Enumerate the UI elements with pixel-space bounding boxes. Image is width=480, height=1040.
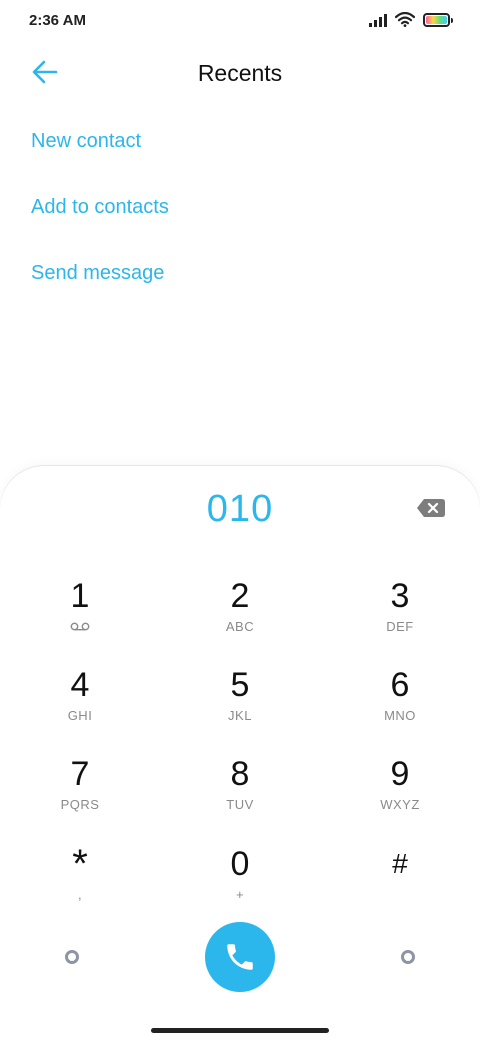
key-star[interactable]: * , bbox=[0, 844, 160, 924]
key-letters: JKL bbox=[228, 708, 252, 723]
wifi-icon bbox=[395, 12, 415, 27]
key-digit: 9 bbox=[390, 755, 410, 793]
call-row bbox=[0, 922, 480, 992]
key-digit: 7 bbox=[70, 755, 90, 793]
new-contact-link[interactable]: New contact bbox=[31, 126, 169, 192]
dialer-screen: 2:36 AM Recents New contact Add to conta… bbox=[0, 0, 480, 1040]
voicemail-icon bbox=[70, 622, 90, 631]
key-digit: 4 bbox=[70, 666, 90, 704]
key-2[interactable]: 2 ABC bbox=[160, 576, 320, 656]
key-letters: MNO bbox=[384, 708, 416, 723]
call-button[interactable] bbox=[205, 922, 275, 992]
left-option-button[interactable] bbox=[65, 950, 79, 964]
status-bar: 2:36 AM bbox=[0, 0, 480, 44]
key-7[interactable]: 7 PQRS bbox=[0, 754, 160, 834]
key-letters: GHI bbox=[67, 708, 93, 723]
dialer-panel: 010 1 2 ABC 3 DEF 4 GHI 5 JKL 6 MNO 7 PQ… bbox=[0, 466, 480, 1040]
key-letters: WXYZ bbox=[380, 797, 420, 812]
backspace-icon bbox=[417, 499, 445, 517]
action-list: New contact Add to contacts Send message bbox=[31, 126, 169, 324]
right-option-button[interactable] bbox=[401, 950, 415, 964]
key-digit: 5 bbox=[230, 666, 250, 704]
status-time: 2:36 AM bbox=[29, 12, 86, 29]
key-3[interactable]: 3 DEF bbox=[320, 576, 480, 656]
battery-icon bbox=[423, 12, 453, 27]
key-digit: 1 bbox=[70, 577, 90, 615]
key-9[interactable]: 9 WXYZ bbox=[320, 754, 480, 834]
signal-icon bbox=[369, 13, 387, 27]
add-to-contacts-link[interactable]: Add to contacts bbox=[31, 192, 169, 258]
key-hash[interactable]: # bbox=[320, 844, 480, 924]
key-digit: 0 bbox=[230, 845, 250, 883]
key-digit: 2 bbox=[230, 577, 250, 615]
key-letters: , bbox=[77, 887, 83, 902]
page-title: Recents bbox=[197, 60, 283, 86]
status-icons bbox=[369, 12, 453, 27]
key-digit: 8 bbox=[230, 755, 250, 793]
key-1[interactable]: 1 bbox=[0, 576, 160, 656]
key-6[interactable]: 6 MNO bbox=[320, 665, 480, 745]
header: Recents bbox=[0, 48, 480, 98]
home-indicator[interactable] bbox=[151, 1028, 329, 1033]
dialed-number: 010 bbox=[206, 488, 274, 530]
key-digit: 3 bbox=[390, 577, 410, 615]
key-digit: # bbox=[392, 848, 408, 879]
backspace-button[interactable] bbox=[416, 498, 446, 518]
key-letters: DEF bbox=[386, 619, 414, 634]
send-message-link[interactable]: Send message bbox=[31, 258, 169, 324]
key-letters: PQRS bbox=[60, 797, 100, 812]
key-digit: 6 bbox=[390, 666, 410, 704]
key-digit: * bbox=[72, 842, 88, 886]
phone-icon bbox=[227, 944, 253, 970]
key-letters: + bbox=[235, 887, 245, 902]
key-letters: ABC bbox=[225, 619, 255, 634]
key-4[interactable]: 4 GHI bbox=[0, 665, 160, 745]
key-8[interactable]: 8 TUV bbox=[160, 754, 320, 834]
key-0[interactable]: 0 + bbox=[160, 844, 320, 924]
key-letters: TUV bbox=[226, 797, 254, 812]
key-5[interactable]: 5 JKL bbox=[160, 665, 320, 745]
